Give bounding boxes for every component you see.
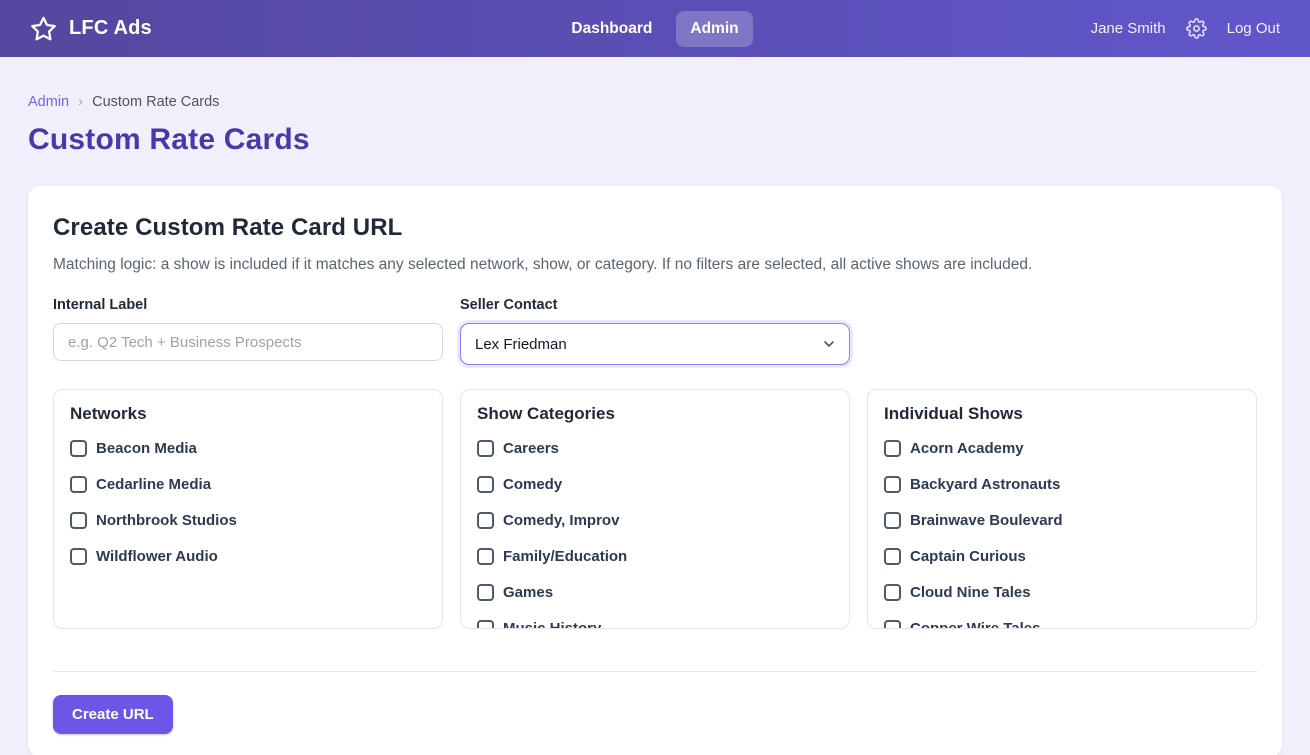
show-option[interactable]: Brainwave Boulevard (884, 511, 1240, 530)
category-option-label: Careers (503, 439, 559, 458)
category-checkbox[interactable] (477, 620, 494, 629)
network-option[interactable]: Wildflower Audio (70, 547, 426, 566)
nav-user-area: Jane Smith Log Out (753, 18, 1280, 39)
category-option-label: Comedy, Improv (503, 511, 619, 530)
logout-link[interactable]: Log Out (1227, 20, 1280, 37)
show-checkbox[interactable] (884, 476, 901, 493)
network-option[interactable]: Northbrook Studios (70, 511, 426, 530)
show-option-label: Copper Wire Tales (910, 619, 1040, 629)
category-checkbox[interactable] (477, 548, 494, 565)
show-option[interactable]: Captain Curious (884, 547, 1240, 566)
show-option-label: Brainwave Boulevard (910, 511, 1063, 530)
individual-shows-title: Individual Shows (884, 404, 1240, 424)
user-name: Jane Smith (1091, 20, 1166, 37)
seller-contact-select-wrap: Lex Friedman (460, 323, 850, 365)
network-option-label: Beacon Media (96, 439, 197, 458)
internal-label-label: Internal Label (53, 297, 443, 313)
category-checkbox[interactable] (477, 440, 494, 457)
nav-item-dashboard[interactable]: Dashboard (557, 11, 666, 47)
category-checkbox[interactable] (477, 476, 494, 493)
card-divider (53, 671, 1257, 672)
network-checkbox[interactable] (70, 512, 87, 529)
form-fields-row: Internal Label Seller Contact Lex Friedm… (53, 297, 1257, 365)
category-option[interactable]: Comedy, Improv (477, 511, 833, 530)
category-option[interactable]: Careers (477, 439, 833, 458)
show-checkbox[interactable] (884, 620, 901, 629)
category-option-label: Music History (503, 619, 601, 629)
network-option-label: Wildflower Audio (96, 547, 218, 566)
network-option-label: Northbrook Studios (96, 511, 237, 530)
category-option[interactable]: Games (477, 583, 833, 602)
network-option-label: Cedarline Media (96, 475, 211, 494)
breadcrumb: Admin › Custom Rate Cards (28, 93, 1282, 110)
internal-label-input[interactable] (53, 323, 443, 361)
seller-contact-select[interactable]: Lex Friedman (460, 323, 850, 365)
category-option-label: Family/Education (503, 547, 627, 566)
nav-item-admin[interactable]: Admin (676, 11, 752, 47)
show-option[interactable]: Backyard Astronauts (884, 475, 1240, 494)
show-option-label: Acorn Academy (910, 439, 1024, 458)
category-checkbox[interactable] (477, 584, 494, 601)
seller-contact-field-group: Seller Contact Lex Friedman (460, 297, 850, 365)
internal-label-field-group: Internal Label (53, 297, 443, 365)
network-checkbox[interactable] (70, 440, 87, 457)
show-option[interactable]: Acorn Academy (884, 439, 1240, 458)
show-option-label: Backyard Astronauts (910, 475, 1060, 494)
network-checkbox[interactable] (70, 476, 87, 493)
card-description: Matching logic: a show is included if it… (53, 256, 1257, 274)
star-icon (30, 15, 57, 42)
breadcrumb-admin-link[interactable]: Admin (28, 94, 69, 110)
card-title: Create Custom Rate Card URL (53, 214, 1257, 242)
category-option-label: Comedy (503, 475, 562, 494)
fields-row-spacer (867, 297, 1257, 365)
network-checkbox[interactable] (70, 548, 87, 565)
filter-boxes-row: Networks Beacon Media Cedarline Media No… (53, 389, 1257, 629)
networks-box: Networks Beacon Media Cedarline Media No… (53, 389, 443, 629)
page-content: Admin › Custom Rate Cards Custom Rate Ca… (0, 57, 1310, 755)
show-option[interactable]: Cloud Nine Tales (884, 583, 1240, 602)
show-categories-box[interactable]: Show Categories Careers Comedy Comedy, I… (460, 389, 850, 629)
seller-contact-label: Seller Contact (460, 297, 850, 313)
category-option[interactable]: Family/Education (477, 547, 833, 566)
create-url-button[interactable]: Create URL (53, 695, 173, 734)
show-checkbox[interactable] (884, 548, 901, 565)
show-checkbox[interactable] (884, 512, 901, 529)
brand-name: LFC Ads (69, 17, 152, 40)
breadcrumb-separator: › (78, 93, 83, 110)
create-rate-card-panel: Create Custom Rate Card URL Matching log… (28, 186, 1282, 755)
category-option-label: Games (503, 583, 553, 602)
individual-shows-box[interactable]: Individual Shows Acorn Academy Backyard … (867, 389, 1257, 629)
show-option-label: Captain Curious (910, 547, 1026, 566)
breadcrumb-current: Custom Rate Cards (92, 94, 219, 110)
network-option[interactable]: Cedarline Media (70, 475, 426, 494)
page-title: Custom Rate Cards (28, 123, 1282, 157)
gear-icon[interactable] (1186, 18, 1207, 39)
show-checkbox[interactable] (884, 584, 901, 601)
category-option[interactable]: Music History (477, 619, 833, 629)
show-option-label: Cloud Nine Tales (910, 583, 1031, 602)
show-checkbox[interactable] (884, 440, 901, 457)
networks-title: Networks (70, 404, 426, 424)
main-nav: Dashboard Admin (557, 11, 752, 47)
category-option[interactable]: Comedy (477, 475, 833, 494)
show-categories-title: Show Categories (477, 404, 833, 424)
top-navbar: LFC Ads Dashboard Admin Jane Smith Log O… (0, 0, 1310, 57)
brand[interactable]: LFC Ads (30, 15, 557, 42)
category-checkbox[interactable] (477, 512, 494, 529)
network-option[interactable]: Beacon Media (70, 439, 426, 458)
show-option[interactable]: Copper Wire Tales (884, 619, 1240, 629)
